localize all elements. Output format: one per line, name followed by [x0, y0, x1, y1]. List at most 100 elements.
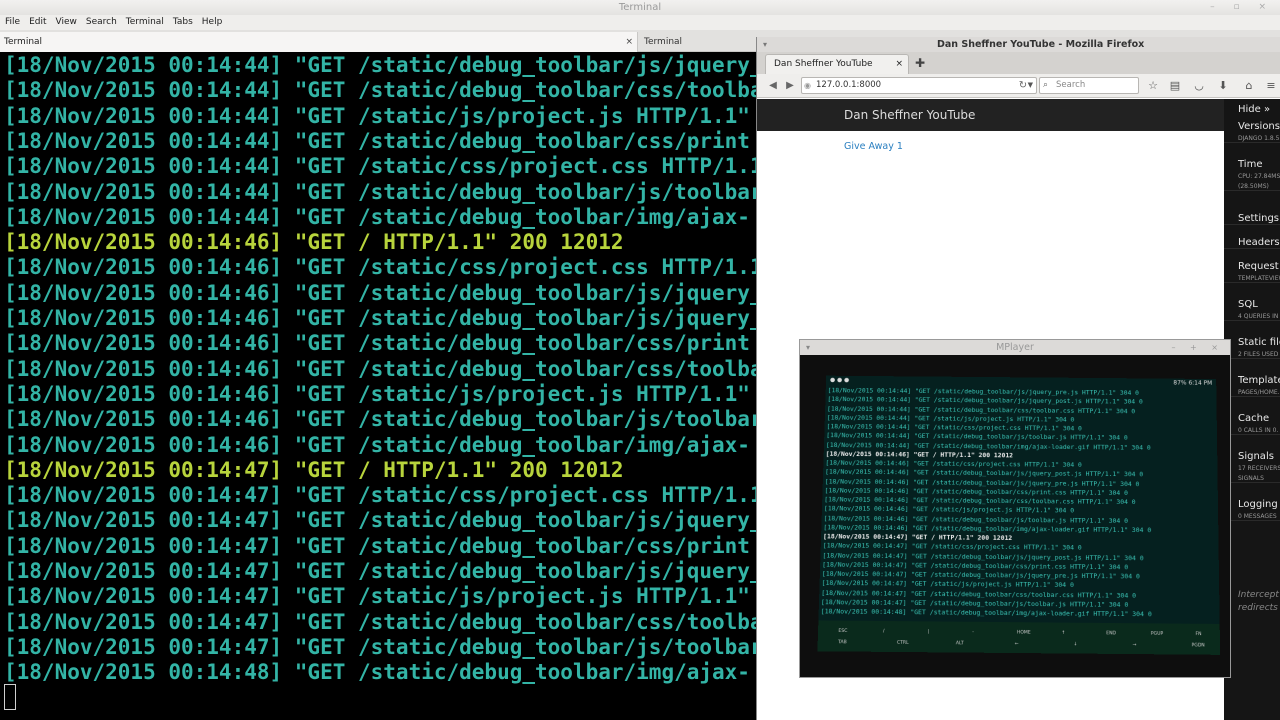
terminal-line: [18/Nov/2015 00:14:46] "GET /static/js/p…: [4, 381, 750, 406]
menu-help[interactable]: Help: [202, 17, 223, 27]
terminal-line: [18/Nov/2015 00:14:47] "GET /static/js/p…: [4, 584, 750, 609]
new-tab-icon[interactable]: ✚: [915, 54, 929, 72]
phone-key: ctrl: [896, 640, 909, 646]
window-menu-icon[interactable]: ▾: [806, 340, 810, 355]
menu-edit[interactable]: Edit: [29, 17, 46, 27]
mplayer-titlebar[interactable]: ▾ MPlayer – + ×: [800, 340, 1230, 355]
debug-panel-subtitle: (28.50ms): [1238, 183, 1269, 190]
menu-icon[interactable]: ≡: [1263, 78, 1279, 94]
debug-panel-title: Request: [1238, 261, 1279, 272]
terminal-line: [18/Nov/2015 00:14:47] "GET /static/debu…: [4, 508, 756, 533]
terminal-line: [18/Nov/2015 00:14:47] "GET / HTTP/1.1" …: [4, 457, 624, 482]
phone-status-right: 87% 6:14 PM: [1173, 379, 1212, 389]
debug-panel-subtitle: 17 receivers: [1238, 465, 1280, 472]
back-arrow-icon[interactable]: ◀: [765, 78, 781, 94]
battery-level: 87%: [1173, 379, 1187, 387]
phone-key: /: [882, 629, 885, 635]
bookmarks-menu-icon[interactable]: ▤: [1167, 78, 1183, 94]
phone-key: esc: [838, 628, 848, 635]
window-controls[interactable]: – ▫ ×: [1210, 0, 1274, 15]
firefox-titlebar[interactable]: ▾ Dan Sheffner YouTube - Mozilla Firefox: [757, 37, 1280, 52]
pocket-icon[interactable]: ◡: [1191, 78, 1207, 94]
menu-view[interactable]: View: [56, 17, 77, 27]
phone-key: |: [927, 629, 930, 635]
terminal-line: [18/Nov/2015 00:14:47] "GET /static/debu…: [4, 559, 756, 583]
reload-icon[interactable]: ↻: [1015, 78, 1031, 94]
terminal-line: [18/Nov/2015 00:14:47] "GET /static/css/…: [4, 483, 756, 508]
debug-panel-headers[interactable]: Headers: [1224, 237, 1280, 249]
menu-tabs[interactable]: Tabs: [173, 17, 193, 27]
debug-panel-request[interactable]: Request TemplateView: [1224, 261, 1280, 283]
browser-tab[interactable]: Dan Sheffner YouTube ×: [765, 54, 909, 74]
debug-panel-signals[interactable]: Signals 17 receivers signals: [1224, 451, 1280, 483]
debug-panel-sql[interactable]: SQL 4 queries in: [1224, 299, 1280, 321]
terminal-line: [18/Nov/2015 00:14:47] "GET /static/debu…: [4, 634, 756, 659]
firefox-navbar: ◀ ▶ ◉ 127.0.0.1:8000 ▼ ↻ ⌕ Search ☆ ▤ ◡ …: [757, 74, 1280, 98]
phone-key: alt: [955, 641, 964, 647]
url-text: 127.0.0.1:8000: [816, 80, 882, 90]
window-menu-icon[interactable]: ▾: [763, 37, 767, 52]
terminal-menubar: File Edit View Search Terminal Tabs Help: [0, 15, 1280, 30]
phone-key: ←: [1014, 641, 1019, 647]
browser-tab-label: Dan Sheffner YouTube: [774, 59, 873, 69]
terminal-line: [18/Nov/2015 00:14:46] "GET /static/debu…: [4, 280, 756, 305]
search-input[interactable]: ⌕ Search: [1039, 77, 1139, 94]
search-placeholder: Search: [1056, 80, 1086, 90]
close-icon[interactable]: ×: [625, 32, 633, 52]
phone-key: fn: [1195, 631, 1202, 638]
debug-panel-time[interactable]: Time CPU: 27.84ms (28.50ms): [1224, 159, 1280, 191]
bookmark-star-icon[interactable]: ☆: [1145, 78, 1161, 94]
terminal-line: [18/Nov/2015 00:14:46] "GET /static/debu…: [4, 432, 750, 457]
debug-panel-title: Headers: [1238, 237, 1280, 248]
terminal-line: [18/Nov/2015 00:14:48] "GET /static/debu…: [4, 660, 750, 685]
download-icon[interactable]: ⬇: [1215, 78, 1231, 94]
url-bar[interactable]: ◉ 127.0.0.1:8000 ▼: [801, 77, 1037, 94]
debug-panel-static-files[interactable]: Static files 2 files used: [1224, 337, 1280, 359]
menu-file[interactable]: File: [5, 17, 20, 27]
phone-key: pgup: [1150, 631, 1164, 637]
terminal-tab-1[interactable]: Terminal ×: [0, 32, 638, 52]
forward-arrow-icon[interactable]: ▶: [782, 78, 798, 94]
close-tab-icon[interactable]: ×: [895, 55, 903, 73]
terminal-tab-label: Terminal: [644, 37, 683, 47]
phone-key: pgdn: [1191, 643, 1205, 649]
menu-search[interactable]: Search: [86, 17, 117, 27]
terminal-line: [18/Nov/2015 00:14:44] "GET /static/css/…: [4, 154, 756, 179]
menu-terminal[interactable]: Terminal: [126, 17, 164, 27]
phone-key: ↓: [1073, 642, 1078, 648]
debug-panel-title: Logging: [1238, 499, 1278, 510]
terminal-cursor: [4, 684, 16, 710]
debug-panel-versions[interactable]: Versions Django 1.8.5: [1224, 121, 1280, 143]
terminal-line: [18/Nov/2015 00:14:46] "GET / HTTP/1.1" …: [4, 230, 624, 255]
hide-toolbar-button[interactable]: Hide »: [1238, 104, 1270, 115]
debug-panel-title: Time: [1238, 159, 1263, 170]
debug-panel-subtitle: CPU: 27.84ms: [1238, 173, 1280, 180]
home-icon[interactable]: ⌂: [1241, 78, 1257, 94]
debug-panel-subtitle: Django 1.8.5: [1238, 135, 1280, 142]
terminal-tab-label: Terminal: [4, 37, 43, 47]
intercept-redirects-checkbox[interactable]: Intercept redirects: [1238, 589, 1280, 615]
debug-panel-title: Cache: [1238, 413, 1270, 424]
debug-panel-logging[interactable]: Logging 0 messages: [1224, 499, 1280, 521]
terminal-titlebar[interactable]: Terminal – ▫ ×: [0, 0, 1280, 15]
phone-key: end: [1106, 631, 1116, 637]
debug-panel-templates[interactable]: Templates pages/home.h: [1224, 375, 1280, 397]
terminal-output[interactable]: [18/Nov/2015 00:14:44] "GET /static/debu…: [0, 52, 756, 720]
window-controls[interactable]: – + ×: [1172, 340, 1225, 355]
terminal-line: [18/Nov/2015 00:14:46] "GET /static/debu…: [4, 407, 756, 432]
firefox-tabbar: Dan Sheffner YouTube × ✚: [757, 52, 1280, 74]
terminal-tab-2[interactable]: Terminal: [640, 32, 760, 52]
terminal-line: [18/Nov/2015 00:14:46] "GET /static/debu…: [4, 356, 756, 381]
debug-panel-title: Versions: [1238, 121, 1280, 132]
terminal-line: [18/Nov/2015 00:14:44] "GET /static/debu…: [4, 53, 756, 77]
debug-panel-title: Signals: [1238, 451, 1274, 462]
phone-terminal-line: [18/Nov/2015 00:14:48] "GET /static/debu…: [820, 607, 1152, 619]
terminal-line: [18/Nov/2015 00:14:46] "GET /static/css/…: [4, 255, 756, 280]
debug-panel-cache[interactable]: Cache 0 calls in 0.: [1224, 413, 1280, 435]
debug-panel-subtitle: 0 calls in 0.: [1238, 427, 1279, 434]
debug-panel-settings[interactable]: Settings: [1224, 213, 1280, 225]
video-frame[interactable]: ● ● ● 87% 6:14 PM [18/Nov/2015 00:14:44]…: [800, 355, 1230, 677]
give-away-link[interactable]: Give Away 1: [844, 141, 903, 152]
site-brand[interactable]: Dan Sheffner YouTube: [844, 108, 975, 122]
terminal-line: [18/Nov/2015 00:14:44] "GET /static/debu…: [4, 128, 750, 153]
